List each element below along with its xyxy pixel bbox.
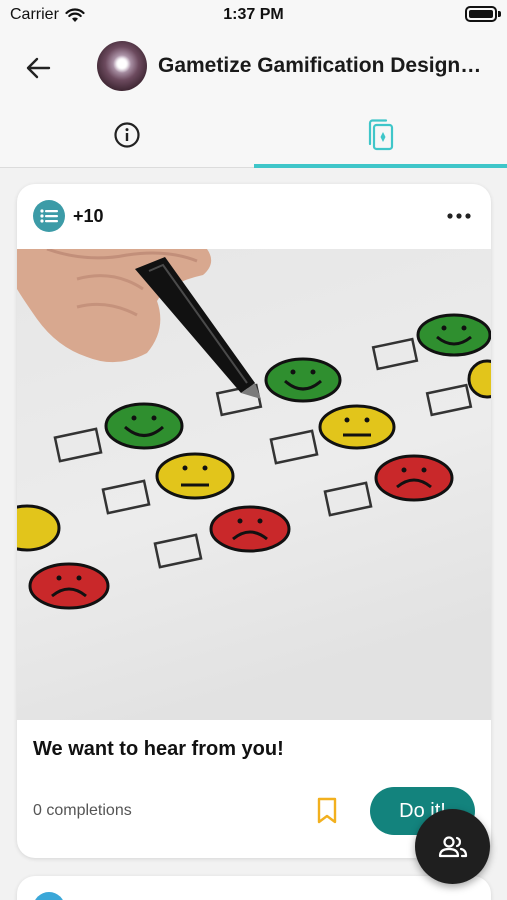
people-icon bbox=[438, 835, 467, 857]
more-options-button[interactable] bbox=[445, 204, 473, 228]
next-challenge-card[interactable] bbox=[17, 876, 491, 900]
more-horizontal-icon bbox=[447, 213, 471, 219]
battery-icon bbox=[465, 6, 497, 22]
status-time: 1:37 PM bbox=[223, 6, 284, 23]
challenge-title: We want to hear from you! bbox=[33, 738, 284, 760]
team-fab-button[interactable] bbox=[415, 809, 490, 884]
completions-count: 0 completions bbox=[33, 802, 132, 819]
app-header: Gametize Gamification Designe... bbox=[0, 32, 507, 102]
card-header: +10 bbox=[17, 184, 491, 249]
bookmark-icon bbox=[317, 797, 337, 824]
tab-cards[interactable] bbox=[254, 102, 507, 168]
tab-bar bbox=[0, 102, 507, 168]
cards-icon bbox=[368, 119, 393, 151]
avatar[interactable] bbox=[97, 41, 147, 91]
active-tab-indicator bbox=[254, 164, 507, 168]
info-icon bbox=[113, 122, 140, 148]
arrow-left-icon bbox=[26, 57, 51, 79]
back-button[interactable] bbox=[20, 50, 56, 86]
challenge-type-badge bbox=[33, 200, 65, 232]
page-title: Gametize Gamification Designe... bbox=[158, 54, 488, 77]
bookmark-button[interactable] bbox=[315, 796, 339, 826]
survey-photo bbox=[17, 249, 491, 720]
challenge-image[interactable] bbox=[17, 249, 491, 720]
challenge-type-badge bbox=[33, 892, 65, 900]
challenge-card[interactable]: +10 We want to hear from you! 0 completi… bbox=[17, 184, 491, 858]
points-label: +10 bbox=[73, 206, 104, 226]
status-bar: Carrier 1:37 PM bbox=[0, 0, 507, 32]
list-icon bbox=[40, 209, 58, 223]
tab-about[interactable] bbox=[0, 102, 253, 168]
